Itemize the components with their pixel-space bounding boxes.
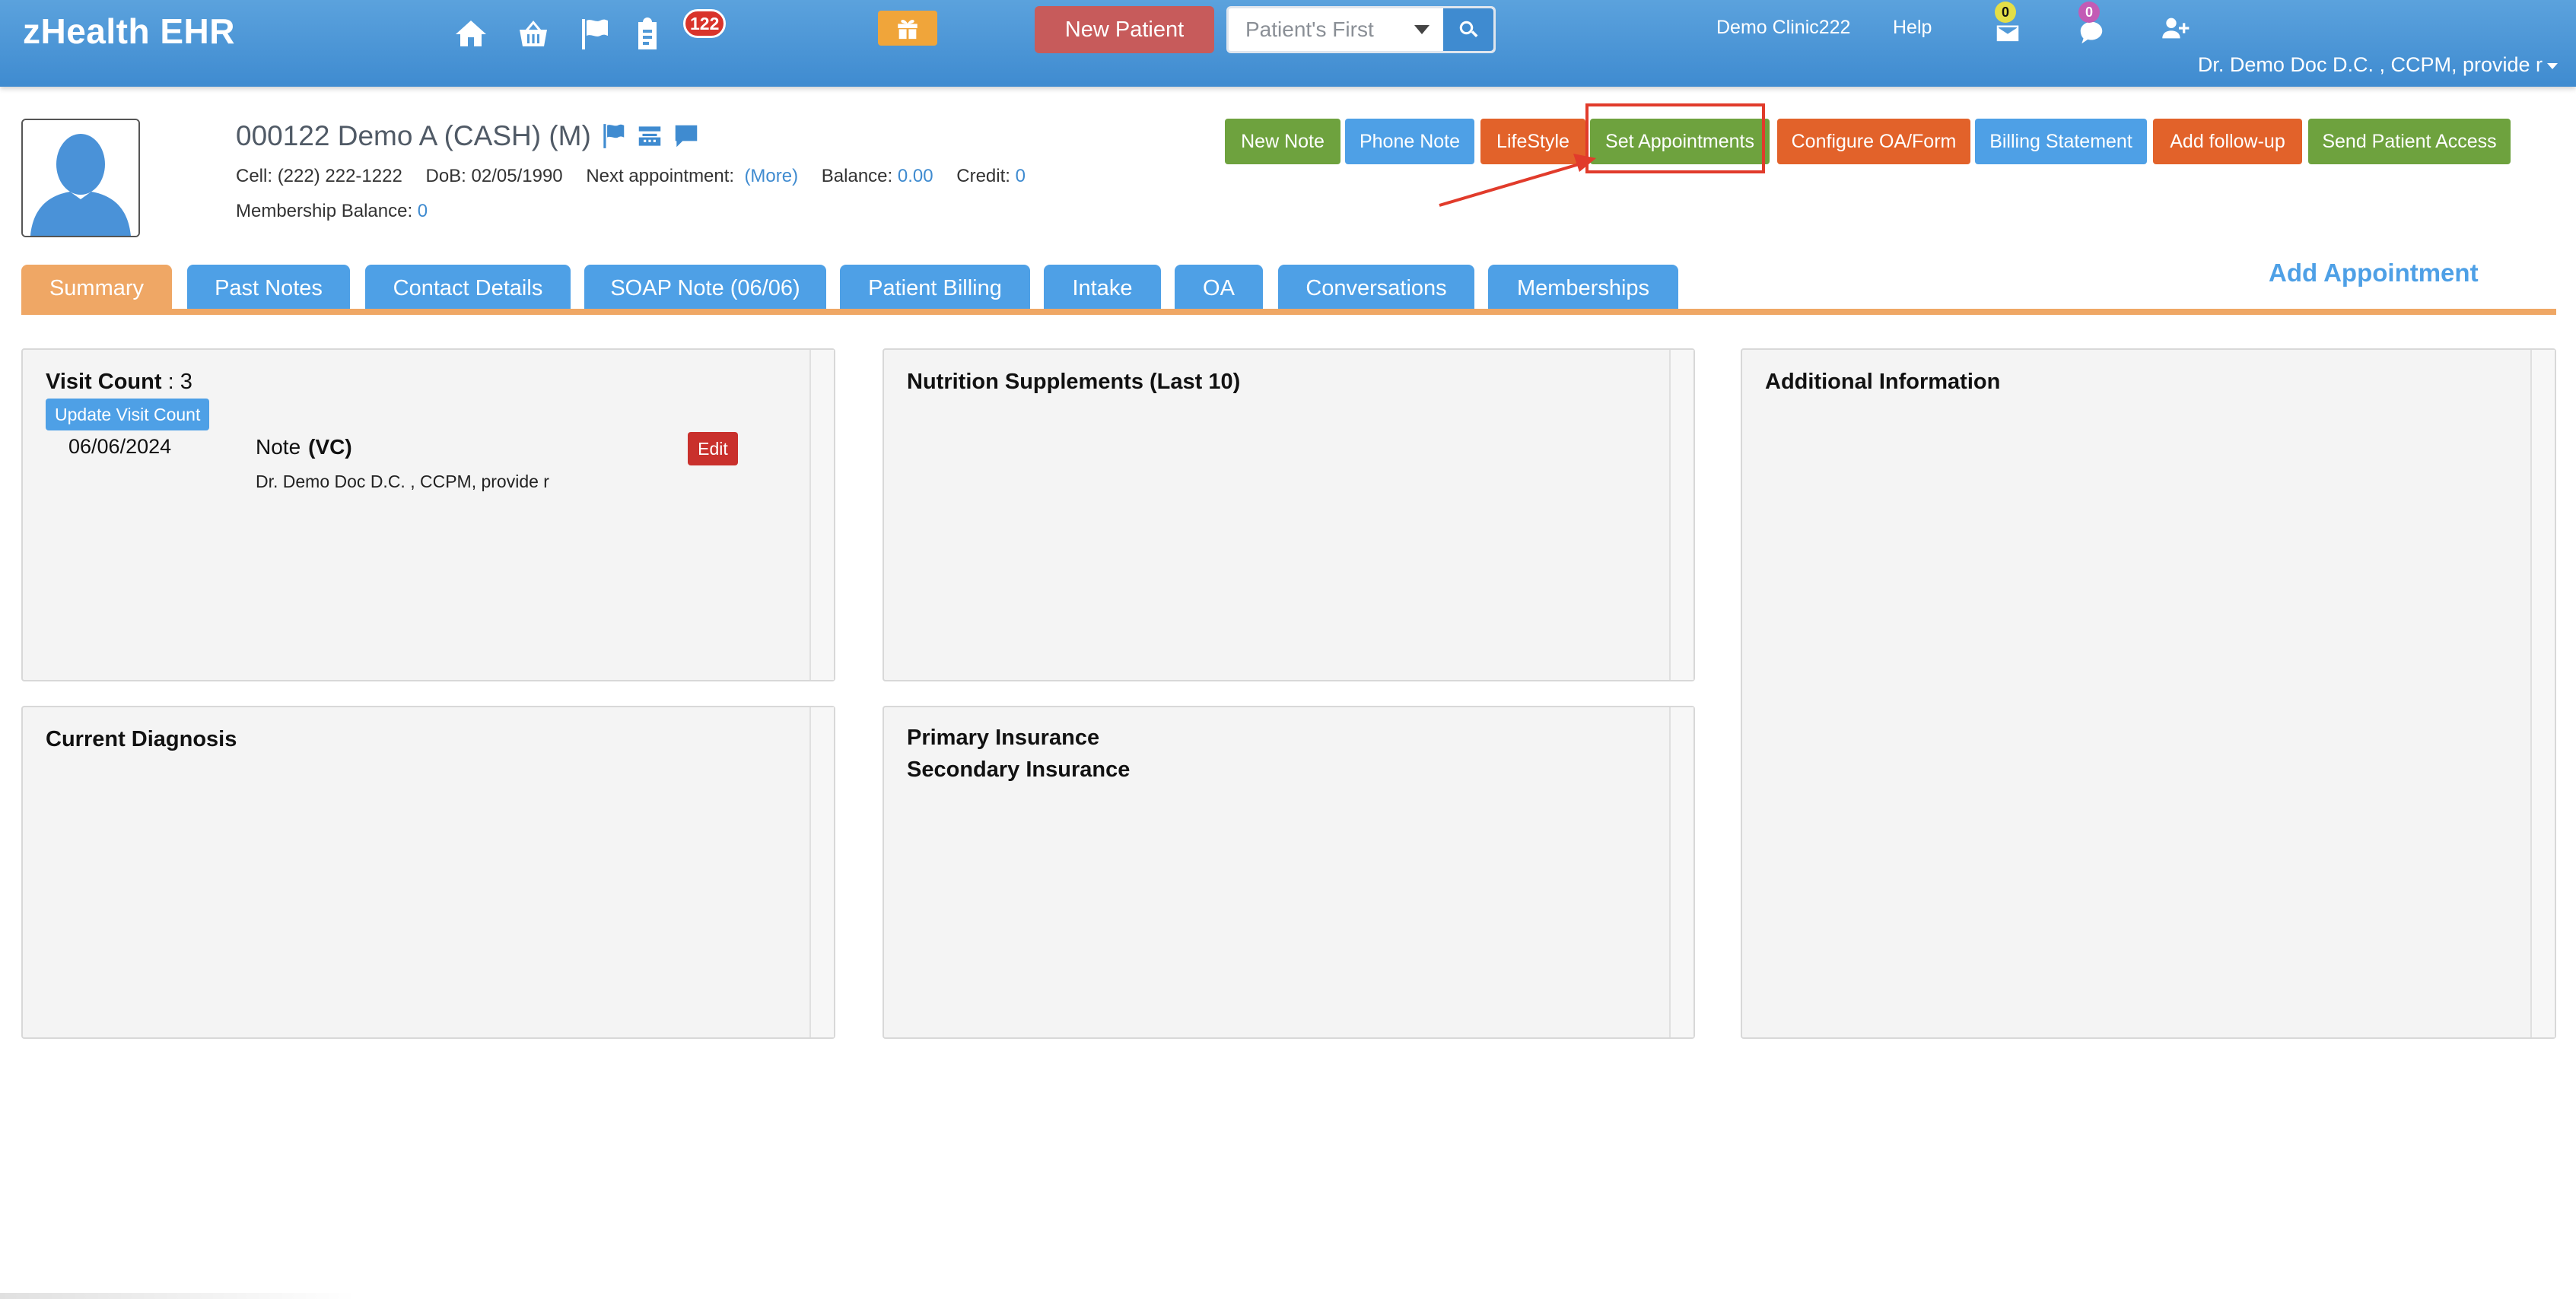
diagnosis-panel: Current Diagnosis bbox=[21, 706, 835, 1039]
tab-patient-billing[interactable]: Patient Billing bbox=[840, 265, 1030, 312]
panel-scrollbar[interactable] bbox=[1669, 707, 1693, 1037]
visit-count-value: : 3 bbox=[167, 370, 192, 394]
tab-conversations[interactable]: Conversations bbox=[1278, 265, 1474, 312]
note-type: (VC) bbox=[308, 435, 352, 459]
panel-scrollbar[interactable] bbox=[809, 350, 834, 680]
tab-soap-note[interactable]: SOAP Note (06/06) bbox=[584, 265, 826, 312]
note-title[interactable]: Note (VC) bbox=[256, 435, 352, 459]
update-visit-count-button[interactable]: Update Visit Count bbox=[46, 399, 210, 430]
panel-scrollbar[interactable] bbox=[809, 707, 834, 1037]
tab-underline bbox=[21, 309, 2556, 315]
panel-scrollbar[interactable] bbox=[2530, 350, 2555, 1037]
add-appointment-link[interactable]: Add Appointment bbox=[2269, 259, 2479, 287]
tab-memberships[interactable]: Memberships bbox=[1488, 265, 1678, 312]
horizontal-scroll-shadow bbox=[0, 1293, 358, 1299]
tab-contact-details[interactable]: Contact Details bbox=[365, 265, 571, 312]
visit-count-label: Visit Count bbox=[46, 370, 162, 394]
additional-info-title: Additional Information bbox=[1765, 370, 2001, 394]
tab-intake[interactable]: Intake bbox=[1044, 265, 1161, 312]
visits-panel: Visit Count : 3 Update Visit Count 06/06… bbox=[21, 348, 835, 681]
diagnosis-title: Current Diagnosis bbox=[46, 727, 237, 751]
insurance-panel: Primary Insurance Secondary Insurance bbox=[883, 706, 1695, 1039]
panel-scrollbar[interactable] bbox=[1669, 350, 1693, 680]
nutrition-title: Nutrition Supplements (Last 10) bbox=[907, 370, 1241, 394]
annotation-arrow-icon bbox=[1439, 154, 1596, 207]
note-title-label: Note bbox=[256, 435, 301, 459]
tab-past-notes[interactable]: Past Notes bbox=[187, 265, 350, 312]
nutrition-panel: Nutrition Supplements (Last 10) bbox=[883, 348, 1695, 681]
edit-note-button[interactable]: Edit bbox=[688, 432, 738, 465]
note-author: Dr. Demo Doc D.C. , CCPM, provide r bbox=[256, 472, 549, 491]
tab-oa[interactable]: OA bbox=[1175, 265, 1263, 312]
visit-count: Visit Count : 3 bbox=[46, 370, 192, 395]
note-date: 06/06/2024 bbox=[68, 435, 172, 458]
additional-info-panel: Additional Information bbox=[1741, 348, 2556, 1039]
secondary-insurance-label: Secondary Insurance bbox=[907, 757, 1131, 782]
tab-summary[interactable]: Summary bbox=[21, 265, 172, 312]
primary-insurance-label: Primary Insurance bbox=[907, 726, 1100, 750]
